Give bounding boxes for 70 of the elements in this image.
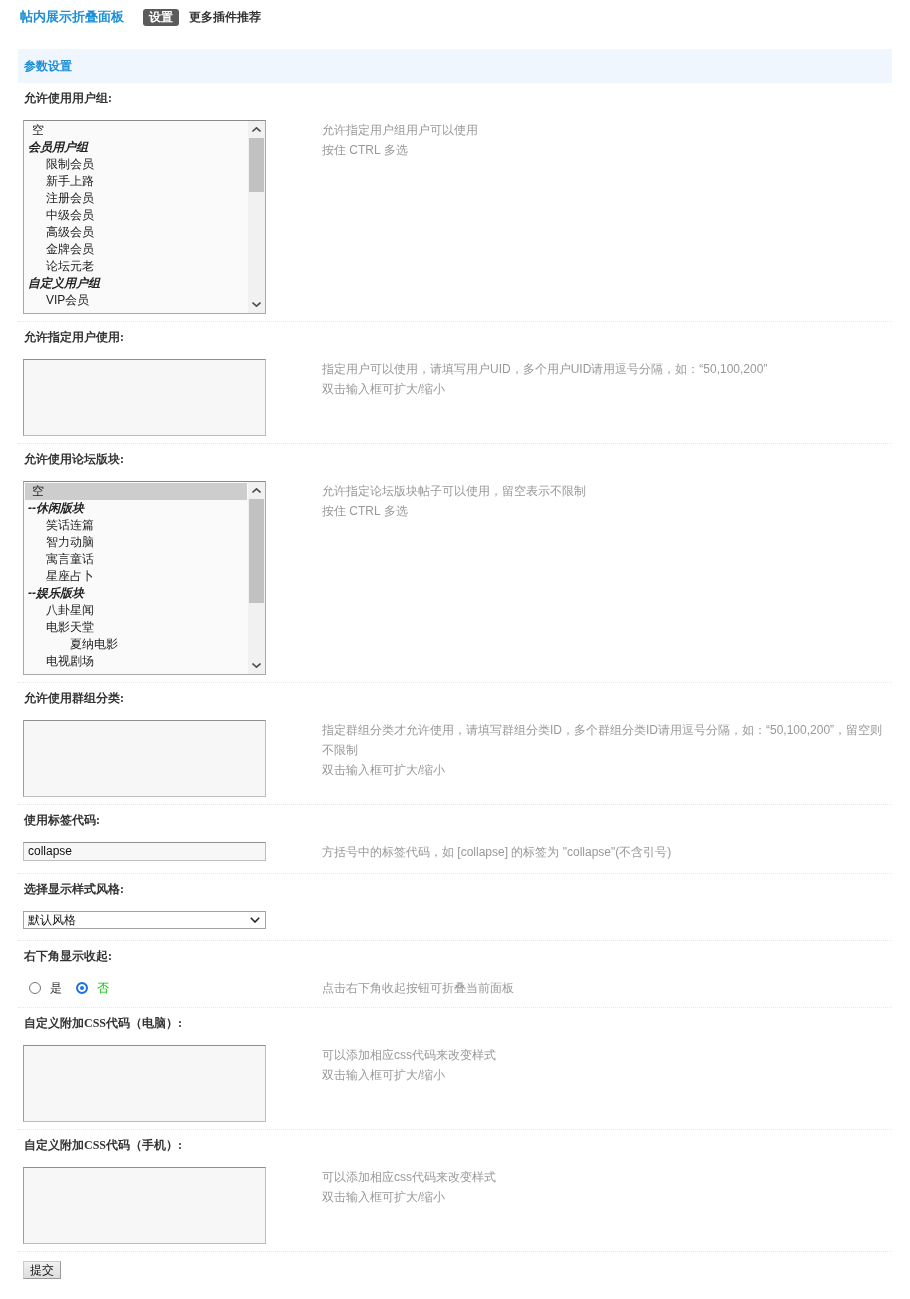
list-option[interactable]: 八卦星闻 [25, 602, 247, 619]
text-area[interactable] [23, 720, 266, 797]
field-label: 允许使用用户组: [24, 91, 112, 105]
submit-button[interactable]: 提交 [23, 1261, 61, 1279]
list-option[interactable]: 限制会员 [25, 156, 247, 173]
list-option[interactable]: 电影天堂 [25, 619, 247, 636]
list-option[interactable]: 空 [25, 483, 247, 500]
chevron-down-icon [250, 917, 260, 923]
list-option[interactable]: 空 [25, 122, 247, 139]
scrollbar[interactable] [248, 121, 265, 313]
option-group-label: --休闲版块 [28, 500, 84, 517]
chevron-up-icon[interactable] [252, 488, 261, 493]
list-option[interactable]: 寓言童话 [25, 551, 247, 568]
help-text: 可以添加相应css代码来改变样式 [322, 1169, 496, 1186]
chevron-down-icon[interactable] [252, 663, 261, 668]
radio-button[interactable] [29, 982, 41, 994]
help-text: 双击输入框可扩大/缩小 [322, 381, 446, 398]
chevron-up-icon[interactable] [252, 127, 261, 132]
field-label: 允许使用群组分类: [24, 691, 124, 705]
scrollbar-thumb[interactable] [249, 499, 264, 603]
scrollbar[interactable] [248, 482, 265, 674]
help-text: 允许指定论坛版块帖子可以使用，留空表示不限制 [322, 483, 586, 500]
field-label: 允许使用论坛版块: [24, 452, 124, 466]
list-option[interactable]: 智力动脑 [25, 534, 247, 551]
help-text: 按住 CTRL 多选 [322, 503, 408, 520]
list-option[interactable]: 金牌会员 [25, 241, 247, 258]
help-text: 指定群组分类才允许使用，请填写群组分类ID，多个群组分类ID请用逗号分隔，如：“50,100,200”，留空则不限制 [322, 722, 884, 759]
help-text: 允许指定用户组用户可以使用 [322, 122, 478, 139]
list-option[interactable]: 笑话连篇 [25, 517, 247, 534]
field-label: 允许指定用户使用: [24, 330, 124, 344]
help-text: 双击输入框可扩大/缩小 [322, 762, 446, 779]
help-text: 双击输入框可扩大/缩小 [322, 1189, 446, 1206]
help-text: 按住 CTRL 多选 [322, 142, 408, 159]
radio-button[interactable] [76, 982, 88, 994]
list-option[interactable]: 注册会员 [25, 190, 247, 207]
option-group-label: --娱乐版块 [28, 585, 84, 602]
option-group-label: 自定义用户组 [28, 275, 100, 292]
field-label: 自定义附加CSS代码（电脑）: [24, 1016, 182, 1030]
field-label: 右下角显示收起: [24, 949, 112, 963]
field-label: 使用标签代码: [24, 813, 100, 827]
list-option[interactable]: 高级会员 [25, 224, 247, 241]
text-area[interactable] [23, 1045, 266, 1122]
help-text: 可以添加相应css代码来改变样式 [322, 1047, 496, 1064]
section-header: 参数设置 [18, 49, 892, 83]
dropdown[interactable]: 默认风格 [23, 911, 266, 929]
nav-tab[interactable]: 设置 [143, 8, 179, 26]
list-option[interactable]: 中级会员 [25, 207, 247, 224]
list-option[interactable]: 新手上路 [25, 173, 247, 190]
field-label: 选择显示样式风格: [24, 882, 124, 896]
scrollbar-thumb[interactable] [249, 138, 264, 192]
text-area[interactable] [23, 359, 266, 436]
option-group-label: 会员用户组 [28, 139, 88, 156]
help-text: 方括号中的标签代码，如 [collapse] 的标签为 "collapse"(不含引号) [322, 844, 672, 861]
help-text: 点击右下角收起按钮可折叠当前面板 [322, 980, 514, 997]
text-input[interactable]: collapse [23, 842, 266, 861]
listbox[interactable]: 空 --休闲版块 笑话连篇 智力动脑 寓言童话 星座占卜 --娱乐版块 八卦星闻 电影天堂 夏纳电影 电视剧场 [23, 481, 266, 675]
field-label: 自定义附加CSS代码（手机）: [24, 1138, 182, 1152]
chevron-down-icon[interactable] [252, 302, 261, 307]
listbox[interactable]: 空 会员用户组 限制会员 新手上路 注册会员 中级会员 高级会员 金牌会员 论坛元老 自定义用户组 VIP会员 [23, 120, 266, 314]
plugin-title: 帖内展示折叠面板 [20, 8, 124, 26]
list-option[interactable]: 夏纳电影 [25, 636, 247, 653]
list-option[interactable]: 电视剧场 [25, 653, 247, 670]
list-option[interactable]: VIP会员 [25, 292, 247, 309]
help-text: 指定用户可以使用，请填写用户UID，多个用户UID请用逗号分隔，如：“50,100,200” [322, 361, 768, 378]
radio-label[interactable]: 是 [50, 978, 62, 998]
list-option[interactable]: 论坛元老 [25, 258, 247, 275]
text-area[interactable] [23, 1167, 266, 1244]
list-option[interactable]: 星座占卜 [25, 568, 247, 585]
help-text: 双击输入框可扩大/缩小 [322, 1067, 446, 1084]
nav-tab[interactable]: 更多插件推荐 [183, 8, 267, 26]
